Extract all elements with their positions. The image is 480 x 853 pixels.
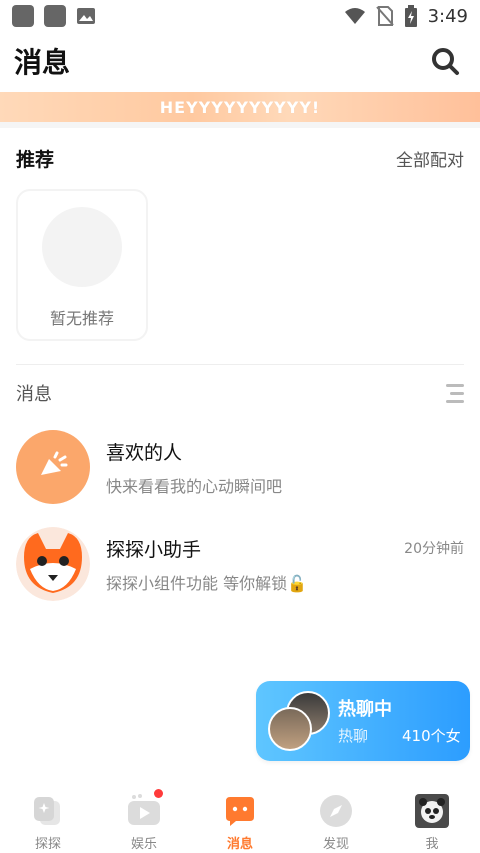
message-name: 探探小助手 <box>106 538 202 561</box>
message-body: 喜欢的人 快来看看我的心动瞬间吧 <box>106 438 464 497</box>
fox-avatar <box>16 527 90 601</box>
hot-chat-title: 热聊中 <box>338 699 392 720</box>
list-item[interactable]: 喜欢的人 快来看看我的心动瞬间吧 <box>16 429 464 505</box>
heart-spark-icon <box>41 451 68 475</box>
status-bar: 3:49 <box>0 0 480 32</box>
search-button[interactable] <box>428 44 462 78</box>
message-preview: 探探小组件功能 等你解锁🔓 <box>106 573 308 593</box>
messages-title: 消息 <box>16 384 52 405</box>
recommend-header: 推荐 全部配对 <box>16 143 464 173</box>
banner-text: HEYYYYYYYYYY! <box>159 97 321 117</box>
cards-icon <box>30 793 66 829</box>
status-icons-right: 3:49 <box>344 5 468 27</box>
status-time: 3:49 <box>427 5 468 27</box>
battery-icon <box>404 5 417 27</box>
menu-icon[interactable] <box>446 383 464 403</box>
no-sim-icon <box>375 6 394 26</box>
app-notification-icon <box>12 5 34 27</box>
recommend-empty-text: 暂无推荐 <box>49 309 114 328</box>
recommend-title: 推荐 <box>16 148 55 171</box>
promo-banner[interactable]: HEYYYYYYYYYY! <box>0 92 480 128</box>
tab-messages[interactable]: 消息 <box>192 785 288 852</box>
tab-label: 消息 <box>226 837 253 852</box>
like-avatar <box>16 430 90 504</box>
page-title: 消息 <box>14 46 71 79</box>
message-preview: 快来看看我的心动瞬间吧 <box>106 476 283 496</box>
avatar-placeholder <box>42 207 122 287</box>
play-icon <box>126 793 162 829</box>
tab-discover[interactable]: 发现 <box>288 785 384 852</box>
list-item[interactable]: 探探小助手 20分钟前 探探小组件功能 等你解锁🔓 <box>16 526 464 602</box>
all-matches-link[interactable]: 全部配对 <box>396 146 464 171</box>
tab-label: 发现 <box>322 837 349 852</box>
fox-icon <box>16 527 90 601</box>
wifi-icon <box>344 8 365 24</box>
top-header: 消息 <box>0 34 480 88</box>
tab-label: 我 <box>425 837 439 852</box>
hot-chat-tag: 热聊 <box>338 727 369 745</box>
compass-icon <box>318 793 354 829</box>
search-icon <box>432 48 459 75</box>
chat-bubble-icon <box>222 793 258 829</box>
hot-chat-button[interactable]: 热聊中 热聊 410个女 <box>256 681 470 761</box>
tab-label: 娱乐 <box>130 837 157 852</box>
app-notification-icon <box>44 5 66 27</box>
messages-header: 消息 <box>16 378 464 408</box>
message-time: 20分钟前 <box>404 541 464 557</box>
notification-dot <box>154 789 163 798</box>
section-divider <box>16 364 464 365</box>
avatar <box>268 707 312 751</box>
tab-me[interactable]: 我 <box>384 785 480 852</box>
status-icons-left <box>12 5 96 27</box>
bottom-tabbar: 探探 娱乐 消息 发现 我 <box>0 785 480 853</box>
message-name: 喜欢的人 <box>106 441 183 464</box>
recommend-card[interactable]: 暂无推荐 <box>16 189 148 341</box>
tab-label: 探探 <box>34 837 61 852</box>
hot-chat-count: 410个女 <box>402 727 461 745</box>
profile-avatar <box>414 793 450 829</box>
tab-tantan[interactable]: 探探 <box>0 785 96 852</box>
tab-entertainment[interactable]: 娱乐 <box>96 785 192 852</box>
image-notification-icon <box>77 8 95 24</box>
message-body: 探探小助手 20分钟前 探探小组件功能 等你解锁🔓 <box>106 535 464 594</box>
